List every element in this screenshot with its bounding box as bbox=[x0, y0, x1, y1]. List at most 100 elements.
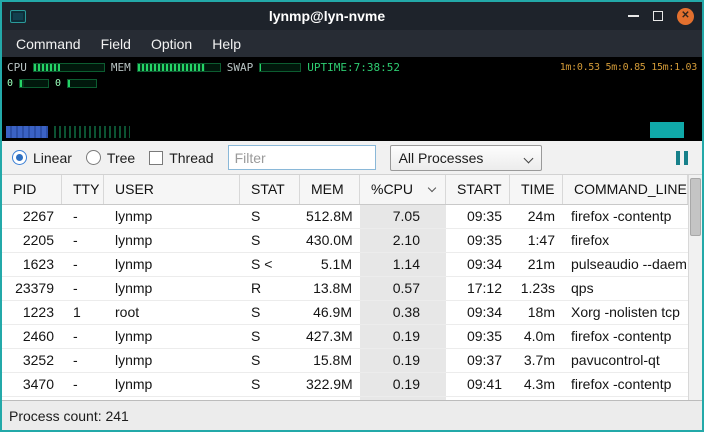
table-row[interactable]: 3252-lynmpS15.8M0.1909:373.7mpavucontrol… bbox=[2, 349, 688, 373]
cell-stat: R bbox=[240, 277, 300, 300]
controls-bar: Linear Tree Thread All Processes bbox=[2, 141, 702, 175]
close-icon[interactable]: ✕ bbox=[677, 8, 694, 25]
cell-time: 3.7m bbox=[510, 349, 563, 372]
cell-time: 1:47 bbox=[510, 229, 563, 252]
graph-activity-pattern bbox=[54, 126, 130, 138]
menu-option[interactable]: Option bbox=[141, 32, 202, 56]
cell-mem: 5.1M bbox=[300, 253, 360, 276]
sort-desc-icon bbox=[428, 184, 436, 192]
table-row[interactable]: 2205-lynmpS430.0M2.1009:351:47firefox bbox=[2, 229, 688, 253]
cell-cpu: 1.14 bbox=[360, 253, 446, 276]
cpu-label: CPU bbox=[7, 62, 27, 73]
cell-pid: 2460 bbox=[2, 325, 62, 348]
linear-radio-group[interactable]: Linear bbox=[12, 150, 72, 166]
window-buttons: ✕ bbox=[628, 8, 694, 25]
cell-pid: 3470 bbox=[2, 373, 62, 396]
cell-cpu: 0.19 bbox=[360, 349, 446, 372]
swap-label: SWAP bbox=[227, 62, 254, 73]
cell-stat: S bbox=[240, 349, 300, 372]
mem-label: MEM bbox=[111, 62, 131, 73]
cell-time: 21m bbox=[510, 253, 563, 276]
minimize-icon[interactable] bbox=[628, 8, 639, 24]
app-icon bbox=[10, 10, 26, 23]
thread-checkbox[interactable] bbox=[149, 151, 163, 165]
process-filter-select[interactable]: All Processes bbox=[390, 145, 542, 171]
cell-start: 09:35 bbox=[446, 205, 510, 228]
thread-label: Thread bbox=[169, 150, 213, 166]
table-row[interactable]: 1623-lynmpS <5.1M1.1409:3421mpulseaudio … bbox=[2, 253, 688, 277]
column-header-pid[interactable]: PID bbox=[2, 175, 62, 204]
process-count: Process count: 241 bbox=[9, 408, 129, 424]
cell-user: lynmp bbox=[104, 373, 240, 396]
system-monitor: CPU MEM SWAP UPTIME:7:38:52 1m:0.53 5m:0… bbox=[2, 57, 702, 113]
cell-mem: 13.8M bbox=[300, 277, 360, 300]
linear-radio[interactable] bbox=[12, 150, 27, 165]
cpu-meter bbox=[33, 63, 105, 72]
column-header-user[interactable]: USER bbox=[104, 175, 240, 204]
table-row[interactable]: 12231rootS46.9M0.3809:3418mXorg -noliste… bbox=[2, 301, 688, 325]
scrollbar-thumb[interactable] bbox=[690, 178, 701, 236]
statusbar: Process count: 241 bbox=[2, 400, 702, 430]
column-header-cpu[interactable]: %CPU bbox=[360, 175, 446, 204]
cell-tty: - bbox=[62, 253, 104, 276]
cell-start: 09:34 bbox=[446, 253, 510, 276]
pause-icon bbox=[684, 151, 688, 165]
cell-pid: 2205 bbox=[2, 229, 62, 252]
column-header-stat[interactable]: STAT bbox=[240, 175, 300, 204]
tree-radio[interactable] bbox=[86, 150, 101, 165]
core0-meter bbox=[19, 79, 49, 88]
pause-button[interactable] bbox=[672, 147, 692, 169]
table-row[interactable]: 23379-lynmpR13.8M0.5717:121.23sqps bbox=[2, 277, 688, 301]
app-window: lynmp@lyn-nvme ✕ Command Field Option He… bbox=[0, 0, 704, 432]
cell-user: lynmp bbox=[104, 229, 240, 252]
maximize-icon[interactable] bbox=[652, 10, 664, 22]
cell-stat: S bbox=[240, 325, 300, 348]
pause-icon bbox=[676, 151, 680, 165]
cell-user: lynmp bbox=[104, 349, 240, 372]
table-row[interactable]: 2267-lynmpS512.8M7.0509:3524mfirefox -co… bbox=[2, 205, 688, 229]
cell-user: root bbox=[104, 301, 240, 324]
cell-start: 09:37 bbox=[446, 349, 510, 372]
monitor-row-cores: 0 0 bbox=[7, 77, 697, 90]
column-header-start[interactable]: START bbox=[446, 175, 510, 204]
thread-checkbox-group[interactable]: Thread bbox=[149, 150, 213, 166]
column-header-command-line[interactable]: COMMAND_LINE bbox=[563, 175, 688, 204]
menu-field[interactable]: Field bbox=[91, 32, 141, 56]
cell-tty: - bbox=[62, 229, 104, 252]
load-average: 1m:0.53 5m:0.85 15m:1.03 bbox=[560, 62, 697, 73]
table-body: 2267-lynmpS512.8M7.0509:3524mfirefox -co… bbox=[2, 205, 688, 400]
titlebar: lynmp@lyn-nvme ✕ bbox=[2, 2, 702, 30]
cell-cmd: firefox bbox=[563, 229, 688, 252]
column-header-mem[interactable]: MEM bbox=[300, 175, 360, 204]
cell-mem: 427.3M bbox=[300, 325, 360, 348]
cell-tty: - bbox=[62, 277, 104, 300]
process-filter-value: All Processes bbox=[399, 150, 484, 166]
cell-time: 4.0m bbox=[510, 325, 563, 348]
cell-cpu: 0.19 bbox=[360, 373, 446, 396]
table-row[interactable]: 2460-lynmpS427.3M0.1909:354.0mfirefox -c… bbox=[2, 325, 688, 349]
column-header-time[interactable]: TIME bbox=[510, 175, 563, 204]
tree-radio-group[interactable]: Tree bbox=[86, 150, 135, 166]
cell-cmd: Xorg -nolisten tcp bbox=[563, 301, 688, 324]
cell-mem: 46.9M bbox=[300, 301, 360, 324]
cell-cpu: 0.19 bbox=[360, 325, 446, 348]
cell-stat: S bbox=[240, 301, 300, 324]
cell-cpu: 0.57 bbox=[360, 277, 446, 300]
linear-label: Linear bbox=[33, 150, 72, 166]
monitor-row-main: CPU MEM SWAP UPTIME:7:38:52 1m:0.53 5m:0… bbox=[7, 61, 697, 74]
menu-command[interactable]: Command bbox=[6, 32, 91, 56]
core1-label: 0 bbox=[55, 78, 61, 89]
table-header: PID TTY USER STAT MEM %CPU START TIME CO… bbox=[2, 175, 688, 205]
cell-tty: - bbox=[62, 205, 104, 228]
window-title: lynmp@lyn-nvme bbox=[26, 8, 628, 24]
menu-help[interactable]: Help bbox=[202, 32, 251, 56]
table-row[interactable]: 3470-lynmpS322.9M0.1909:414.3mfirefox -c… bbox=[2, 373, 688, 397]
column-header-tty[interactable]: TTY bbox=[62, 175, 104, 204]
cell-pid: 2267 bbox=[2, 205, 62, 228]
history-graph bbox=[2, 113, 702, 141]
cell-cpu: 2.10 bbox=[360, 229, 446, 252]
cell-cmd: pavucontrol-qt bbox=[563, 349, 688, 372]
cell-pid: 3252 bbox=[2, 349, 62, 372]
filter-input[interactable] bbox=[228, 145, 376, 170]
vertical-scrollbar[interactable] bbox=[688, 175, 702, 400]
